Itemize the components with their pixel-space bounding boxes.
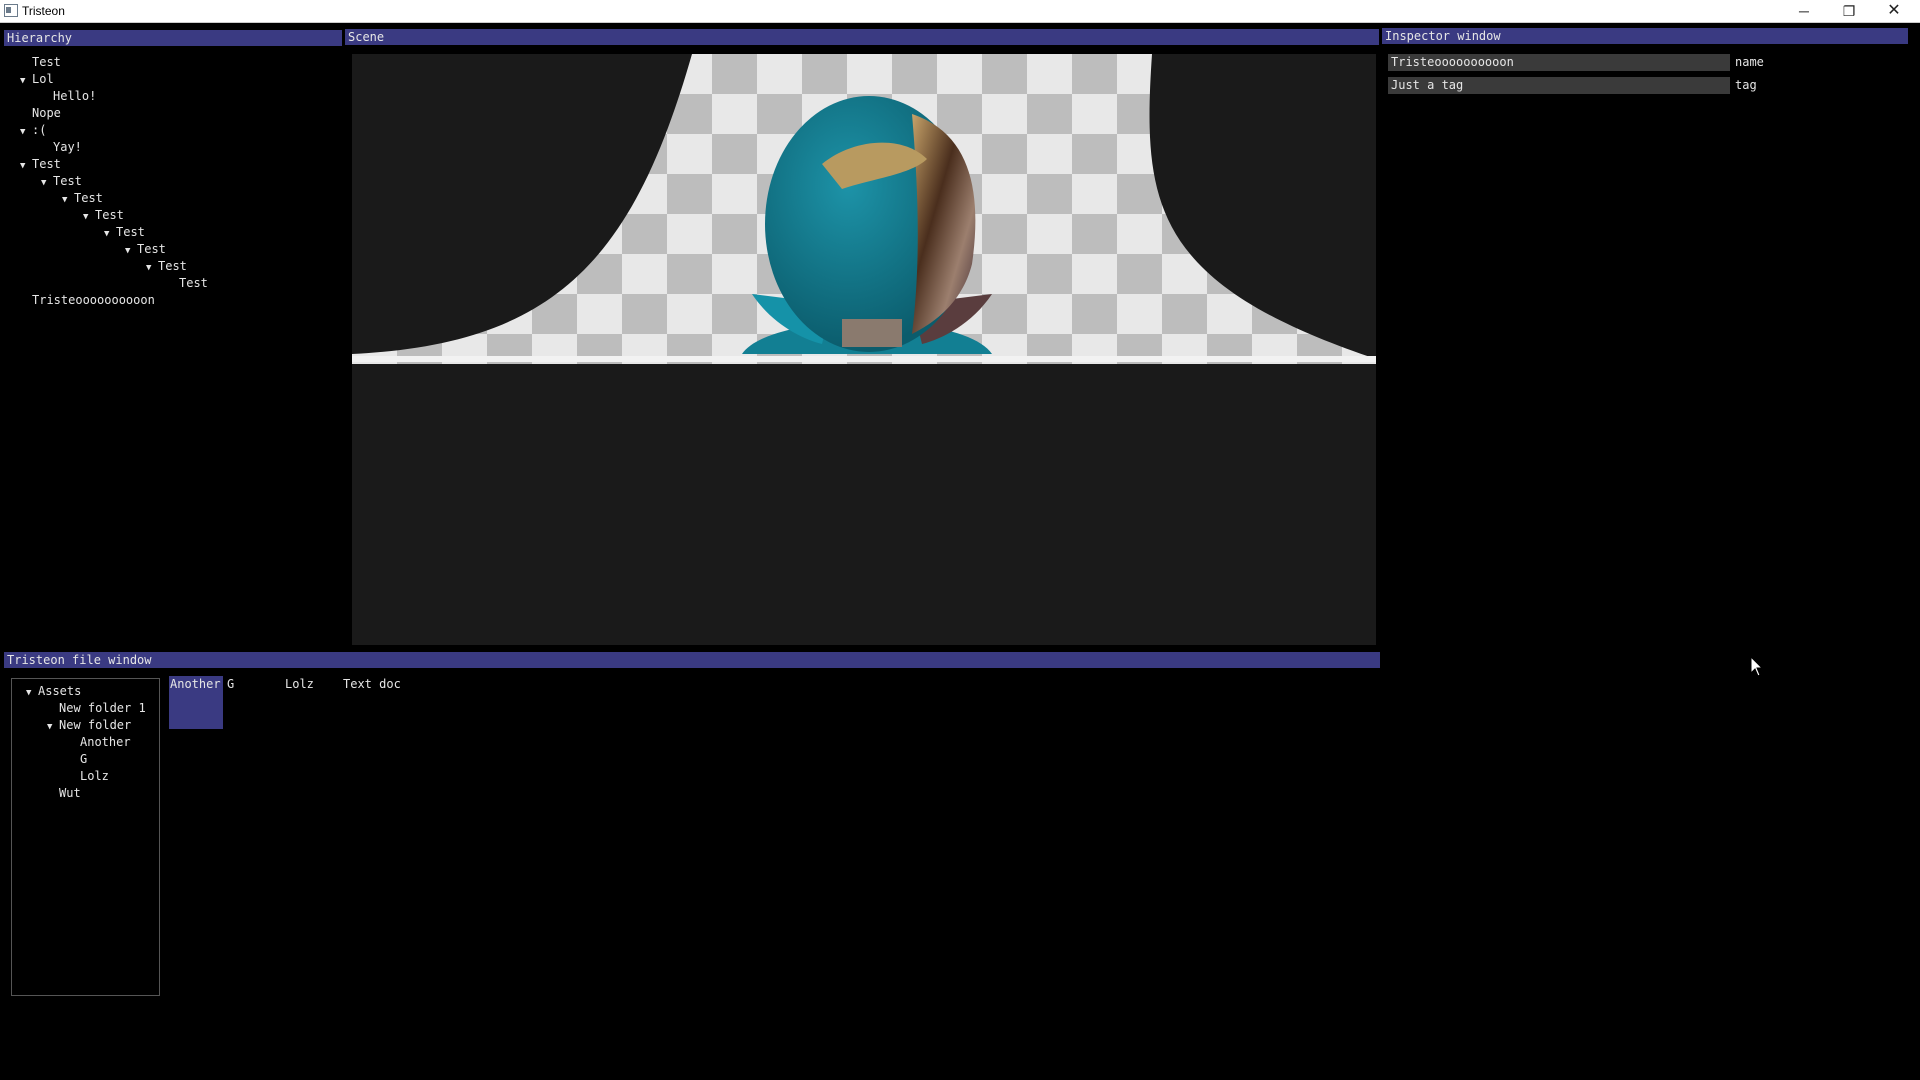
mouse-cursor-icon	[1750, 656, 1764, 677]
hierarchy-item[interactable]: Hello!	[41, 88, 96, 104]
hierarchy-item[interactable]: Yay!	[41, 139, 82, 155]
hierarchy-item[interactable]: Tristeoooooooooon	[20, 292, 155, 308]
hierarchy-item-label: Hello!	[53, 89, 97, 103]
hierarchy-item[interactable]: ▼ Test	[20, 156, 61, 172]
asset-tree-item-label: G	[80, 752, 88, 766]
expand-arrow-icon[interactable]: ▼	[125, 243, 137, 259]
hierarchy-item[interactable]: Nope	[20, 105, 61, 121]
asset-tree-item[interactable]: New folder 1	[47, 700, 146, 716]
hierarchy-item[interactable]: ▼ Test	[62, 190, 103, 206]
app-titlebar: Tristeon ─ ❐ ✕	[0, 0, 1920, 23]
expand-arrow-icon[interactable]: ▼	[20, 158, 32, 174]
scene-viewport[interactable]	[352, 54, 1376, 645]
close-button[interactable]: ✕	[1872, 0, 1916, 22]
file-item-g[interactable]: G	[227, 676, 234, 692]
hierarchy-panel-title[interactable]: Hierarchy	[4, 30, 342, 46]
asset-tree-item[interactable]: ▼ New folder	[47, 717, 131, 733]
hierarchy-item-label: Test	[179, 276, 208, 290]
hierarchy-item-label: Lol	[32, 72, 54, 86]
file-window-title[interactable]: Tristeon file window	[4, 652, 1380, 668]
app-title: Tristeon	[22, 4, 65, 18]
expand-arrow-icon[interactable]: ▼	[83, 209, 95, 225]
hierarchy-item-label: Test	[53, 174, 82, 188]
hierarchy-item-label: Test	[32, 55, 61, 69]
hierarchy-item-label: Test	[137, 242, 166, 256]
tag-field[interactable]: Just a tag	[1388, 77, 1730, 94]
hierarchy-item-label: Test	[32, 157, 61, 171]
asset-tree-item[interactable]: Another	[68, 734, 131, 750]
asset-tree-item[interactable]: Wut	[47, 785, 81, 801]
expand-arrow-icon[interactable]: ▼	[47, 719, 59, 735]
hierarchy-item-label: Nope	[32, 106, 61, 120]
expand-arrow-icon[interactable]: ▼	[26, 685, 38, 701]
asset-tree-item-label: New folder 1	[59, 701, 146, 715]
hierarchy-item-label: Test	[74, 191, 103, 205]
hierarchy-item[interactable]: Test	[167, 275, 208, 291]
hierarchy-item[interactable]: ▼:(	[20, 122, 46, 138]
hierarchy-item-label: Test	[95, 208, 124, 222]
asset-tree-item-label: Lolz	[80, 769, 109, 783]
file-item-another[interactable]: Another	[170, 676, 221, 692]
expand-arrow-icon[interactable]: ▼	[62, 192, 74, 208]
expand-arrow-icon[interactable]: ▼	[146, 260, 158, 276]
hierarchy-item-label: Test	[158, 259, 187, 273]
hierarchy-item[interactable]: Test	[20, 54, 61, 70]
hierarchy-item[interactable]: ▼ Lol	[20, 71, 54, 87]
asset-tree-item-label: New folder	[59, 718, 132, 732]
asset-tree-item-label: Another	[80, 735, 131, 749]
hierarchy-item-label: Test	[116, 225, 145, 239]
asset-tree-item-label: Wut	[59, 786, 81, 800]
scene-panel-title[interactable]: Scene	[345, 29, 1379, 45]
file-item-lolz[interactable]: Lolz	[285, 676, 314, 692]
asset-tree-item[interactable]: Lolz	[68, 768, 109, 784]
hierarchy-item[interactable]: ▼ Test	[104, 224, 145, 240]
maximize-button[interactable]: ❐	[1827, 0, 1871, 22]
hierarchy-item[interactable]: ▼ Test	[146, 258, 187, 274]
expand-arrow-icon[interactable]: ▼	[20, 124, 32, 140]
asset-tree-item-label: Assets	[38, 684, 82, 698]
hierarchy-item-label: Tristeoooooooooon	[32, 293, 155, 307]
hierarchy-item-label: :(	[32, 123, 47, 137]
hierarchy-item[interactable]: ▼ Test	[83, 207, 124, 223]
window-icon	[4, 4, 18, 17]
name-field[interactable]: Tristeoooooooooon	[1388, 54, 1730, 71]
expand-arrow-icon[interactable]: ▼	[20, 73, 32, 89]
inspector-panel-title[interactable]: Inspector window	[1382, 28, 1908, 44]
hierarchy-item[interactable]: ▼ Test	[41, 173, 82, 189]
minimize-button[interactable]: ─	[1782, 0, 1826, 22]
file-item-text-doc[interactable]: Text doc	[343, 676, 401, 692]
asset-tree-item[interactable]: ▼ Assets	[26, 683, 81, 699]
scene-render	[352, 54, 1376, 364]
name-field-label: name	[1735, 55, 1764, 69]
hierarchy-item[interactable]: ▼ Test	[125, 241, 166, 257]
floor-edge	[352, 356, 1376, 362]
model-stem	[842, 319, 902, 347]
tag-field-label: tag	[1735, 78, 1757, 92]
hierarchy-item-label: Yay!	[53, 140, 82, 154]
expand-arrow-icon[interactable]: ▼	[104, 226, 116, 242]
expand-arrow-icon[interactable]: ▼	[41, 175, 53, 191]
asset-tree-item[interactable]: G	[68, 751, 87, 767]
